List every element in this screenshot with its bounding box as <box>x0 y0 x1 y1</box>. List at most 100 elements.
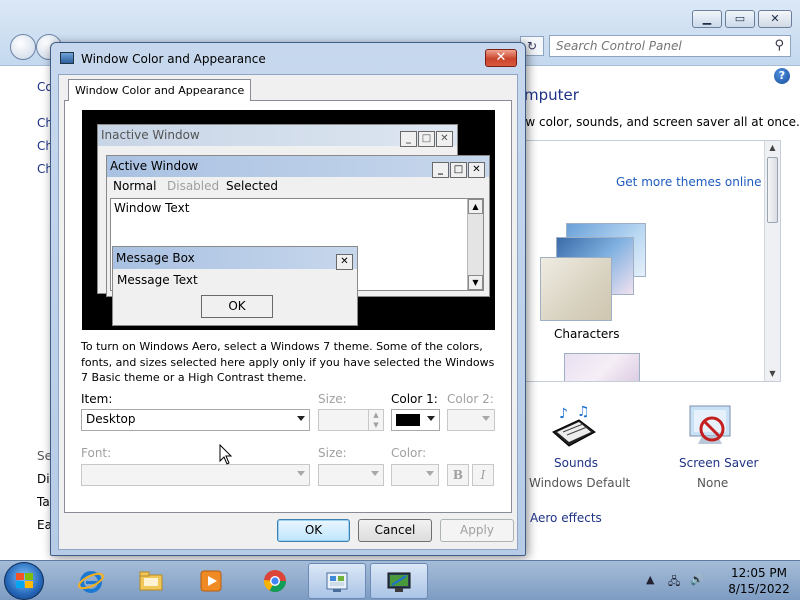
inactive-window-title: Inactive Window <box>101 128 200 142</box>
message-box-title: Message Box <box>116 251 195 265</box>
taskbar-chrome[interactable] <box>246 563 304 599</box>
chevron-down-icon <box>297 416 305 421</box>
clock-date: 8/15/2022 <box>728 582 790 596</box>
control-panel-left-pane: Co Ch Ch Ch Se Dis Ta Ea <box>0 66 54 560</box>
cancel-button[interactable]: Cancel <box>358 519 432 542</box>
color2-label: Color 2: <box>447 392 494 406</box>
search-input[interactable] <box>550 36 760 56</box>
taskbar-control-panel[interactable] <box>308 563 366 599</box>
media-player-icon <box>200 570 222 592</box>
ok-button[interactable]: OK <box>277 519 350 542</box>
sounds-link[interactable]: Sounds <box>554 456 598 470</box>
svg-text:♪: ♪ <box>559 406 568 422</box>
italic-button[interactable]: I <box>472 464 494 486</box>
clock-time: 12:05 PM <box>731 566 787 580</box>
font-size-label: Size: <box>318 446 347 460</box>
size-stepper[interactable]: ▲ ▼ <box>318 409 384 431</box>
chevron-down-icon <box>482 416 490 421</box>
search-box[interactable]: ⚲ <box>549 35 791 57</box>
menu-disabled[interactable]: Disabled <box>167 177 219 196</box>
maximize-icon: □ <box>418 131 435 147</box>
screen-saver-value: None <box>697 476 729 490</box>
minimize-icon: _ <box>400 131 417 147</box>
font-label: Font: <box>81 446 112 460</box>
minimize-button[interactable]: ▁ <box>692 10 722 28</box>
spinner-arrows-icon[interactable]: ▲ ▼ <box>368 410 383 430</box>
search-icon[interactable]: ⚲ <box>774 38 784 53</box>
menu-normal[interactable]: Normal <box>113 177 156 196</box>
show-hidden-icons-icon[interactable]: ▲ <box>646 573 654 586</box>
chrome-icon <box>264 570 286 592</box>
item-dropdown[interactable]: Desktop <box>81 409 310 431</box>
screen-saver-icon[interactable] <box>686 402 736 448</box>
theme-name: Characters <box>554 327 620 341</box>
font-size-dropdown[interactable] <box>318 464 384 486</box>
themes-scrollbar[interactable]: ▲ ▼ <box>764 141 780 381</box>
svg-text:♫: ♫ <box>577 404 590 420</box>
aero-effects-link[interactable]: Aero effects <box>530 511 602 525</box>
back-button[interactable] <box>10 34 36 60</box>
sounds-value: Windows Default <box>529 476 631 490</box>
page-heading: mputer <box>524 86 579 104</box>
preview-scrollbar[interactable]: ▲ ▼ <box>467 199 483 290</box>
window-color-dialog: Window Color and Appearance ✕ Window Col… <box>50 42 526 556</box>
chevron-down-icon <box>427 416 435 421</box>
active-window-title: Active Window <box>110 159 199 173</box>
maximize-icon: □ <box>450 162 467 178</box>
font-color-label: Color: <box>391 446 427 460</box>
color1-picker[interactable] <box>391 409 440 431</box>
dialog-window-icon <box>60 52 74 64</box>
size-label: Size: <box>318 392 347 406</box>
window-text: Window Text <box>114 201 190 215</box>
network-icon[interactable]: 🖧 <box>668 573 680 592</box>
scrollbar-thumb[interactable] <box>767 157 778 223</box>
preview-menubar: Normal Disabled Selected <box>107 177 489 196</box>
taskbar-display-settings[interactable] <box>370 563 428 599</box>
color-swatch <box>396 414 420 426</box>
taskbar-file-explorer[interactable] <box>122 563 180 599</box>
item-value: Desktop <box>86 412 136 426</box>
maximize-button[interactable]: ▭ <box>725 10 755 28</box>
file-explorer-icon <box>139 571 163 591</box>
theme-thumbnail[interactable] <box>564 353 640 381</box>
close-icon: ✕ <box>468 162 485 178</box>
start-button[interactable] <box>4 562 44 600</box>
appearance-preview[interactable]: Inactive Window _ □ ✕ Active Window _ □ ✕ No… <box>82 110 495 330</box>
bold-button[interactable]: B <box>447 464 469 486</box>
internet-explorer-icon <box>78 571 104 593</box>
tab-window-color[interactable]: Window Color and Appearance <box>68 79 252 101</box>
aero-instructions: To turn on Windows Aero, select a Window… <box>81 340 495 384</box>
close-icon: ✕ <box>336 254 353 270</box>
preview-message-box[interactable]: Message Box ✕ Message Text OK <box>112 246 358 326</box>
font-dropdown[interactable] <box>81 464 310 486</box>
preview-ok-button[interactable]: OK <box>201 295 273 318</box>
menu-selected[interactable]: Selected <box>226 177 278 196</box>
minimize-icon: _ <box>432 162 449 178</box>
theme-thumbnail-characters[interactable] <box>540 257 612 321</box>
close-icon: ✕ <box>436 131 453 147</box>
windows-logo-icon <box>16 573 34 589</box>
taskbar-media-player[interactable] <box>182 563 240 599</box>
control-panel-icon <box>326 572 348 592</box>
dialog-title: Window Color and Appearance <box>81 52 266 66</box>
apply-button[interactable]: Apply <box>440 519 514 542</box>
themes-list[interactable]: Get more themes online Characters ▲ ▼ <box>525 140 781 382</box>
mouse-cursor-icon <box>219 444 233 465</box>
volume-icon[interactable]: 🔊 <box>690 573 704 586</box>
close-button[interactable]: ✕ <box>758 10 792 28</box>
taskbar-internet-explorer[interactable] <box>62 563 120 599</box>
taskbar: ▲ 🖧 🔊 12:05 PM 8/15/2022 <box>0 560 800 600</box>
clock[interactable]: 12:05 PM 8/15/2022 <box>724 565 794 597</box>
font-color-picker[interactable] <box>391 464 439 486</box>
screen-saver-link[interactable]: Screen Saver <box>679 456 758 470</box>
sounds-icon[interactable]: ♪ ♫ <box>549 402 599 448</box>
chevron-down-icon <box>297 471 305 476</box>
dialog-close-button[interactable]: ✕ <box>485 49 517 67</box>
chevron-down-icon <box>371 471 379 476</box>
get-more-themes-link[interactable]: Get more themes online <box>616 175 762 189</box>
color2-picker[interactable] <box>447 409 495 431</box>
color1-label: Color 1: <box>391 392 438 406</box>
display-settings-icon <box>387 572 411 592</box>
chevron-down-icon <box>426 471 434 476</box>
help-icon[interactable]: ? <box>774 68 790 84</box>
